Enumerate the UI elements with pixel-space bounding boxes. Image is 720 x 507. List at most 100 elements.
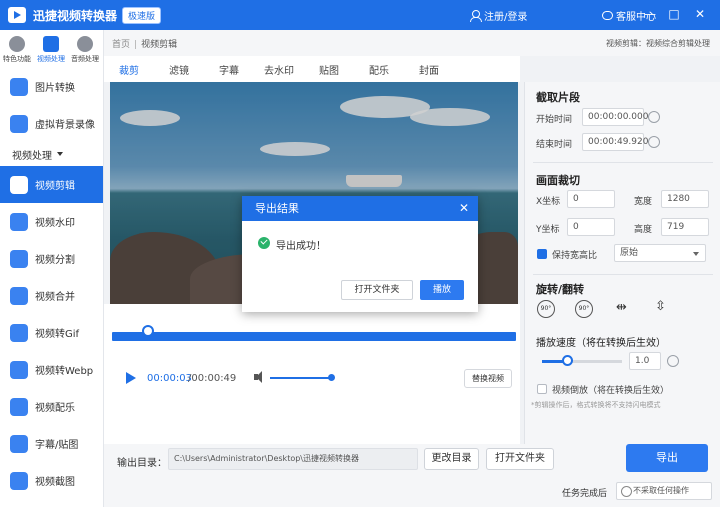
clock-icon[interactable] [648,111,660,123]
reverse-checkbox[interactable] [537,384,547,394]
width-label: 宽度 [634,197,653,207]
output-bar: 输出目录： C:\Users\Administrator\Desktop\迅捷视… [104,444,720,507]
chevron-down-icon [693,252,699,256]
reverse-label: 视频倒放（将在转换后生效） [552,386,670,396]
player-controls: 00:00:03 /00:00:49 替换视频 [104,304,520,444]
login-label: 注册/登录 [484,12,528,23]
minimize-button[interactable]: — [642,6,658,22]
dialog-play-button[interactable]: 播放 [420,280,464,300]
timeline-playhead[interactable] [142,325,154,337]
output-path-field[interactable]: C:\Users\Administrator\Desktop\迅捷视频转换器 [168,448,418,470]
breadcrumb-home[interactable]: 首页 [112,40,130,50]
export-result-dialog: 导出结果 ✕ 导出成功！ 打开文件夹 播放 [242,196,478,312]
close-button[interactable]: ✕ [692,6,708,22]
sidebar-item-merge[interactable]: 视频合并 [0,277,103,314]
export-button[interactable]: 导出 [626,444,708,472]
end-time-field[interactable]: 00:00:49.920 [582,133,648,151]
sidebar-item-split[interactable]: 视频分割 [0,240,103,277]
x-field[interactable]: 0 [567,190,615,208]
play-icon[interactable] [126,372,136,384]
title-bar: 迅捷视频转换器 极速版 注册/登录 客服中心 — □ ✕ [0,0,720,30]
replace-video-button[interactable]: 替换视频 [464,369,512,388]
end-time-label: 结束时间 [536,140,573,150]
ratio-select[interactable]: 原始 [614,244,706,262]
category-featured[interactable]: 特色功能 [0,30,34,68]
tab-filter[interactable]: 滤镜 [154,62,204,77]
sidebar-item-virtual-bg[interactable]: 虚拟背景录像 [0,105,103,142]
start-time-field[interactable]: 00:00:00.000 [582,108,648,126]
after-task-select[interactable]: 不采取任何操作 [616,482,712,500]
total-time: /00:00:49 [188,373,237,384]
tab-cover[interactable]: 封面 [404,62,454,77]
width-field[interactable]: 1280 [661,190,709,208]
person-icon [10,114,28,133]
sidebar-item-video-edit[interactable]: 视频剪辑 [0,166,103,203]
sidebar-item-music[interactable]: 视频配乐 [0,388,103,425]
category-label: 视频处理 [37,55,65,63]
reset-icon[interactable] [667,355,679,367]
app-title: 迅捷视频转换器 [33,8,118,23]
divider [533,162,713,163]
split-icon [10,249,28,268]
watermark-icon [10,212,28,231]
rotate-right-icon[interactable]: 90° [575,300,593,318]
sidebar-item-screenshot[interactable]: 视频截图 [0,462,103,499]
keep-ratio-checkbox[interactable] [537,249,547,259]
rotate-left-icon[interactable]: 90° [537,300,555,318]
sidebar-item-label: 视频截图 [35,477,75,488]
app-logo-icon [8,7,26,23]
tab-music[interactable]: 配乐 [354,62,404,77]
dialog-open-folder-button[interactable]: 打开文件夹 [341,280,413,300]
volume-slider[interactable] [270,377,332,379]
flip-horizontal-icon[interactable]: ⇹ [616,300,627,315]
tab-subtitle[interactable]: 字幕 [204,62,254,77]
category-video[interactable]: 视频处理 [34,30,68,68]
sidebar-item-image-convert[interactable]: 图片转换 [0,68,103,105]
settings-panel: 截取片段 开始时间 00:00:00.000 结束时间 00:00:49.920… [524,82,720,444]
dialog-title: 导出结果 [242,196,478,221]
webp-icon [10,360,28,379]
sidebar-item-label: 视频转Gif [35,329,80,340]
sidebar-item-label: 视频剪辑 [35,181,75,192]
maximize-button[interactable]: □ [666,6,682,22]
tab-crop[interactable]: 裁剪 [104,62,154,77]
breadcrumb-separator: | [134,39,138,50]
y-label: Y坐标 [536,225,560,235]
height-field[interactable]: 719 [661,218,709,236]
sidebar-item-webp[interactable]: 视频转Webp [0,351,103,388]
music-icon [10,397,28,416]
edition-badge: 极速版 [122,6,162,24]
clock-icon[interactable] [648,136,660,148]
sidebar-item-watermark[interactable]: 视频水印 [0,203,103,240]
speed-section-title: 播放速度（将在转换后生效） [536,338,666,349]
volume-knob[interactable] [328,374,335,381]
start-time-label: 开始时间 [536,115,573,125]
speed-knob[interactable] [562,355,573,366]
dialog-close-icon[interactable]: ✕ [459,201,469,215]
after-task-label: 任务完成后 [562,489,608,499]
category-label: 特色功能 [3,55,31,63]
ratio-select-value: 原始 [620,248,639,258]
timeline-track[interactable] [112,332,516,341]
login-link[interactable]: 注册/登录 [470,8,527,23]
gif-icon [10,323,28,342]
change-directory-button[interactable]: 更改目录 [424,448,479,470]
sidebar-group-video[interactable]: 视频处理 [0,142,103,166]
speed-field[interactable]: 1.0 [629,352,661,370]
volume-icon[interactable] [254,371,266,383]
star-icon [10,434,28,453]
tab-sticker[interactable]: 贴图 [304,62,354,77]
keep-ratio-label: 保持宽高比 [552,251,598,261]
edit-note: *剪辑操作后，格式转换将不支持闪电模式 [531,401,661,409]
flip-vertical-icon[interactable]: ⇳ [655,299,666,314]
breadcrumb-path: 首页 | 视频剪辑 [112,37,177,50]
category-audio[interactable]: 音频处理 [68,30,102,68]
open-folder-button[interactable]: 打开文件夹 [486,448,554,470]
sidebar-item-subtitle[interactable]: 字幕/贴图 [0,425,103,462]
sidebar-item-gif[interactable]: 视频转Gif [0,314,103,351]
sidebar-item-label: 图片转换 [35,83,75,94]
tab-remove-watermark[interactable]: 去水印 [254,62,304,77]
sidebar-item-label: 视频合并 [35,292,75,303]
y-field[interactable]: 0 [567,218,615,236]
success-icon [258,237,270,249]
